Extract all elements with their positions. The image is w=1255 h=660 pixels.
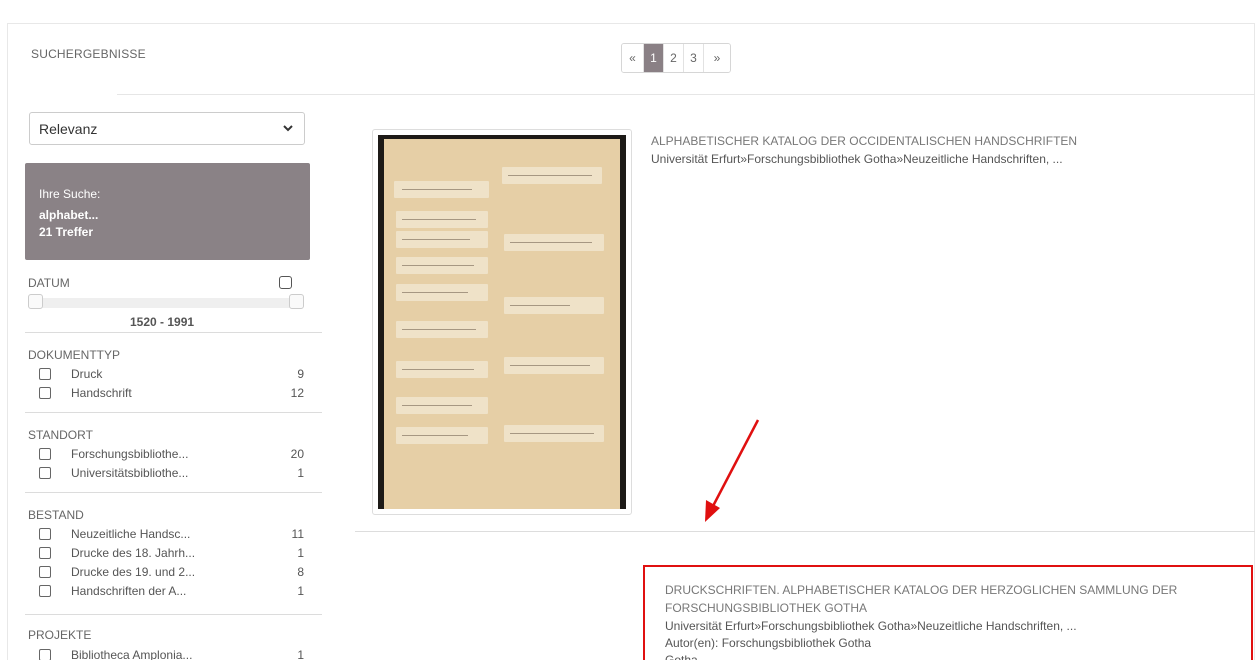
facet-item-label: Universitätsbibliothe... — [71, 466, 189, 480]
facet-item[interactable]: Handschriften der A... 1 — [39, 583, 304, 599]
result-path: Universität Erfurt»Forschungsbibliothek … — [651, 152, 1063, 166]
left-border — [7, 23, 8, 660]
date-slider-track[interactable] — [34, 298, 299, 308]
result-title-line1[interactable]: DRUCKSCHRIFTEN. ALPHABETISCHER KATALOG D… — [665, 581, 1177, 599]
pagination-page-2[interactable]: 2 — [664, 44, 684, 72]
facet-checkbox[interactable] — [39, 467, 51, 479]
date-slider-handle-min[interactable] — [28, 294, 43, 309]
pagination-prev[interactable]: « — [622, 44, 644, 72]
facet-item-label: Forschungsbibliothe... — [71, 447, 189, 461]
facet-item-count: 11 — [291, 527, 304, 541]
result-thumbnail[interactable] — [372, 129, 632, 515]
facet-item[interactable]: Universitätsbibliothe... 1 — [39, 465, 304, 481]
facet-item-count: 8 — [297, 565, 304, 579]
facet-checkbox[interactable] — [39, 566, 51, 578]
result-title[interactable]: ALPHABETISCHER KATALOG DER OCCIDENTALISC… — [651, 132, 1077, 150]
facet-checkbox[interactable] — [39, 368, 51, 380]
facet-divider — [25, 332, 322, 333]
date-range-label: 1520 - 1991 — [130, 315, 195, 329]
pagination-next[interactable]: » — [704, 44, 730, 72]
facet-divider — [25, 412, 322, 413]
facet-checkbox[interactable] — [39, 528, 51, 540]
facet-title-bestand: BESTAND — [28, 508, 84, 522]
facet-item[interactable]: Bibliotheca Amplonia... 1 — [39, 647, 304, 660]
pagination-page-3[interactable]: 3 — [684, 44, 704, 72]
facet-item[interactable]: Handschrift 12 — [39, 385, 304, 401]
date-filter-checkbox[interactable] — [279, 276, 292, 289]
facet-title-dokumenttyp: DOKUMENTTYP — [28, 348, 121, 362]
red-arrow-icon — [705, 419, 760, 522]
facet-item-count: 1 — [297, 648, 304, 660]
facet-title-datum: DATUM — [28, 276, 70, 290]
hit-count: 21 Treffer — [39, 225, 94, 239]
facet-checkbox[interactable] — [39, 547, 51, 559]
facet-title-standort: STANDORT — [28, 428, 93, 442]
facet-item-count: 12 — [290, 386, 304, 400]
facet-checkbox[interactable] — [39, 585, 51, 597]
facet-checkbox[interactable] — [39, 448, 51, 460]
sort-select-value: Relevanz — [39, 120, 98, 137]
pagination: « 1 2 3 » — [621, 43, 731, 73]
facet-item-label: Druck — [71, 367, 103, 381]
facet-item[interactable]: Drucke des 19. und 2... 8 — [39, 564, 304, 580]
facet-item[interactable]: Druck 9 — [39, 366, 304, 382]
page: SUCHERGEBNISSE « 1 2 3 » Relevanz Ihre S… — [0, 0, 1255, 660]
manuscript-image — [378, 135, 626, 509]
facet-item[interactable]: Drucke des 18. Jahrh... 1 — [39, 545, 304, 561]
date-slider-handle-max[interactable] — [289, 294, 304, 309]
result-title-line2[interactable]: FORSCHUNGSBIBLIOTHEK GOTHA — [665, 599, 867, 617]
facet-item[interactable]: Neuzeitliche Handsc... 11 — [39, 526, 304, 542]
facet-item-label: Neuzeitliche Handsc... — [71, 527, 191, 541]
chevron-down-icon — [283, 125, 293, 132]
manuscript-page — [384, 139, 620, 509]
facet-item[interactable]: Forschungsbibliothe... 20 — [39, 446, 304, 462]
facet-checkbox[interactable] — [39, 649, 51, 660]
pagination-page-1[interactable]: 1 — [644, 44, 664, 72]
facet-title-projekte: PROJEKTE — [28, 628, 92, 642]
result-place: Gotha — [665, 653, 698, 660]
facet-divider — [25, 492, 322, 493]
top-border — [7, 23, 1255, 24]
facet-item-label: Handschrift — [71, 386, 132, 400]
facet-divider — [25, 614, 322, 615]
facet-item-label: Bibliotheca Amplonia... — [71, 648, 193, 660]
facet-item-label: Handschriften der A... — [71, 584, 187, 598]
result-divider — [355, 531, 1255, 532]
facet-item-count: 1 — [297, 584, 304, 598]
search-summary: Ihre Suche: alphabet... 21 Treffer — [25, 163, 310, 260]
search-term: alphabet... — [39, 208, 99, 222]
facet-item-label: Drucke des 19. und 2... — [71, 565, 196, 579]
facet-item-label: Drucke des 18. Jahrh... — [71, 546, 196, 560]
header-divider — [117, 94, 1255, 95]
facet-item-count: 1 — [297, 466, 304, 480]
results-heading: SUCHERGEBNISSE — [31, 47, 146, 61]
result-author: Autor(en): Forschungsbibliothek Gotha — [665, 636, 872, 650]
facet-item-count: 20 — [290, 447, 304, 461]
search-summary-label: Ihre Suche: — [39, 187, 101, 201]
facet-item-count: 9 — [297, 367, 304, 381]
facet-item-count: 1 — [297, 546, 304, 560]
result-path: Universität Erfurt»Forschungsbibliothek … — [665, 619, 1077, 633]
facet-checkbox[interactable] — [39, 387, 51, 399]
sort-select[interactable]: Relevanz — [29, 112, 305, 145]
